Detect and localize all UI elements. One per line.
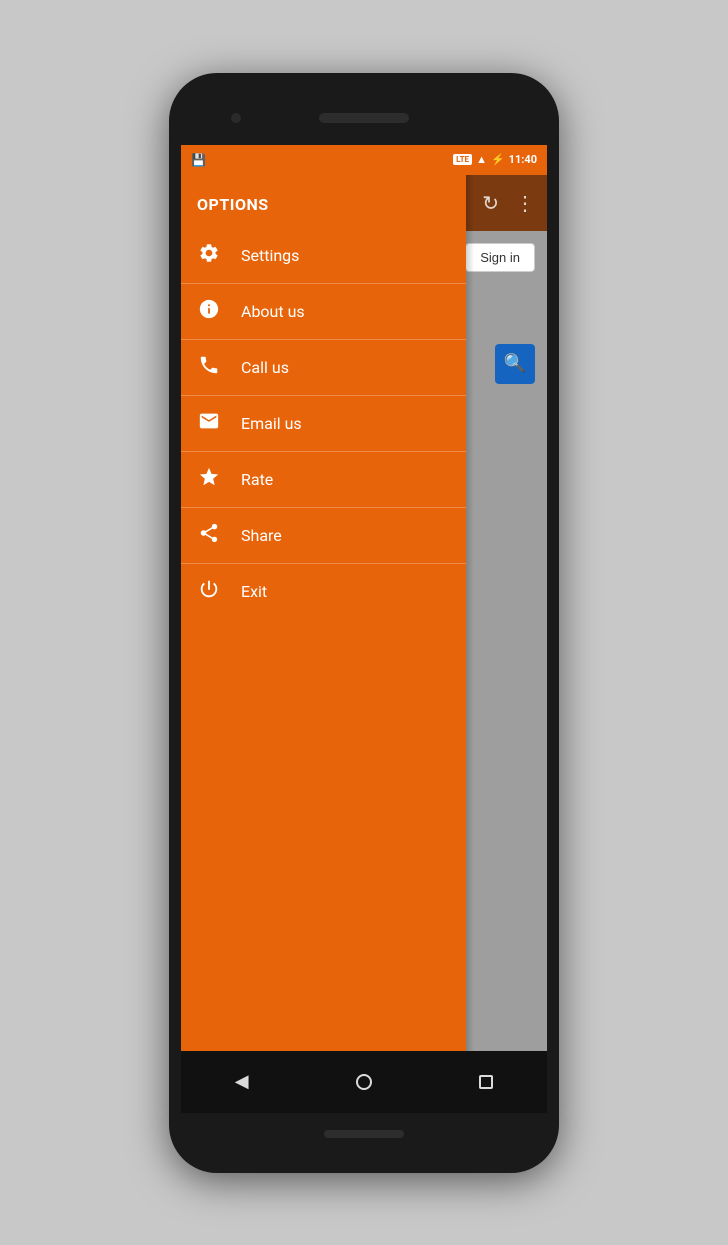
signin-button[interactable]: Sign in (465, 243, 535, 272)
phone-device: 💾 LTE ▲ ⚡ 11:40 CHEF ↻ ⋮ ☰ Sign in (169, 73, 559, 1173)
signal-icon: ▲ (476, 153, 487, 166)
settings-label: Settings (241, 246, 299, 265)
email-icon (197, 410, 221, 437)
drawer-item-settings[interactable]: Settings (181, 228, 466, 283)
drawer-item-about[interactable]: About us (181, 283, 466, 339)
phone-bottom-area (181, 1113, 547, 1155)
info-icon (197, 298, 221, 325)
status-bar-right: LTE ▲ ⚡ 11:40 (453, 153, 537, 166)
share-icon (197, 522, 221, 549)
phone-speaker (319, 113, 409, 123)
drawer-item-email[interactable]: Email us (181, 395, 466, 451)
about-label: About us (241, 302, 305, 321)
drawer-title: OPTIONS (197, 195, 450, 214)
exit-label: Exit (241, 582, 267, 601)
navigation-bar: ◀ (181, 1051, 547, 1113)
sd-card-icon: 💾 (191, 153, 206, 167)
search-icon: 🔍 (504, 353, 526, 374)
drawer-item-rate[interactable]: Rate (181, 451, 466, 507)
status-bar-left: 💾 (191, 153, 206, 167)
refresh-icon[interactable]: ↻ (482, 191, 499, 215)
power-icon (197, 578, 221, 605)
phone-top-bezel (181, 91, 547, 145)
star-icon (197, 466, 221, 493)
time-display: 11:40 (509, 153, 537, 166)
recent-button[interactable] (479, 1075, 493, 1089)
drawer-item-exit[interactable]: Exit (181, 563, 466, 619)
status-bar: 💾 LTE ▲ ⚡ 11:40 (181, 145, 547, 175)
search-button[interactable]: 🔍 (495, 344, 535, 384)
drawer-item-share[interactable]: Share (181, 507, 466, 563)
drawer-menu: Settings About us (181, 228, 466, 1051)
phone-camera (231, 113, 241, 123)
drawer-header: OPTIONS (181, 175, 466, 228)
wrench-icon (197, 242, 221, 269)
share-label: Share (241, 526, 282, 545)
drawer-item-call[interactable]: Call us (181, 339, 466, 395)
home-button[interactable] (356, 1074, 372, 1090)
back-button[interactable]: ◀ (235, 1071, 249, 1092)
call-label: Call us (241, 358, 289, 377)
lte-badge: LTE (453, 154, 472, 165)
bottom-speaker (324, 1130, 404, 1138)
more-icon[interactable]: ⋮ (515, 191, 535, 215)
phone-screen: 💾 LTE ▲ ⚡ 11:40 CHEF ↻ ⋮ ☰ Sign in (181, 145, 547, 1051)
navigation-drawer: OPTIONS Settings (181, 175, 466, 1051)
phone-icon (197, 354, 221, 381)
email-label: Email us (241, 414, 302, 433)
battery-icon: ⚡ (491, 153, 505, 166)
screen-content: CHEF ↻ ⋮ ☰ Sign in 🔍 OPTIONS (181, 175, 547, 1051)
rate-label: Rate (241, 470, 273, 489)
